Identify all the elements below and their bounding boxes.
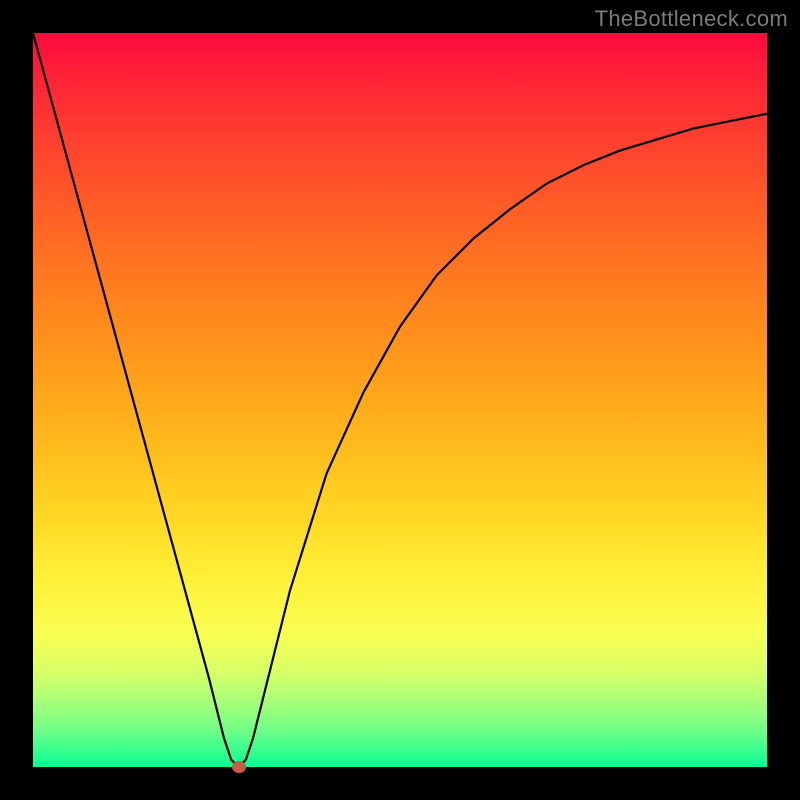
watermark-text: TheBottleneck.com: [595, 6, 788, 32]
chart-frame: TheBottleneck.com: [0, 0, 800, 800]
plot-area: [33, 33, 767, 767]
optimal-point-marker: [232, 761, 246, 773]
bottleneck-curve: [33, 33, 767, 767]
